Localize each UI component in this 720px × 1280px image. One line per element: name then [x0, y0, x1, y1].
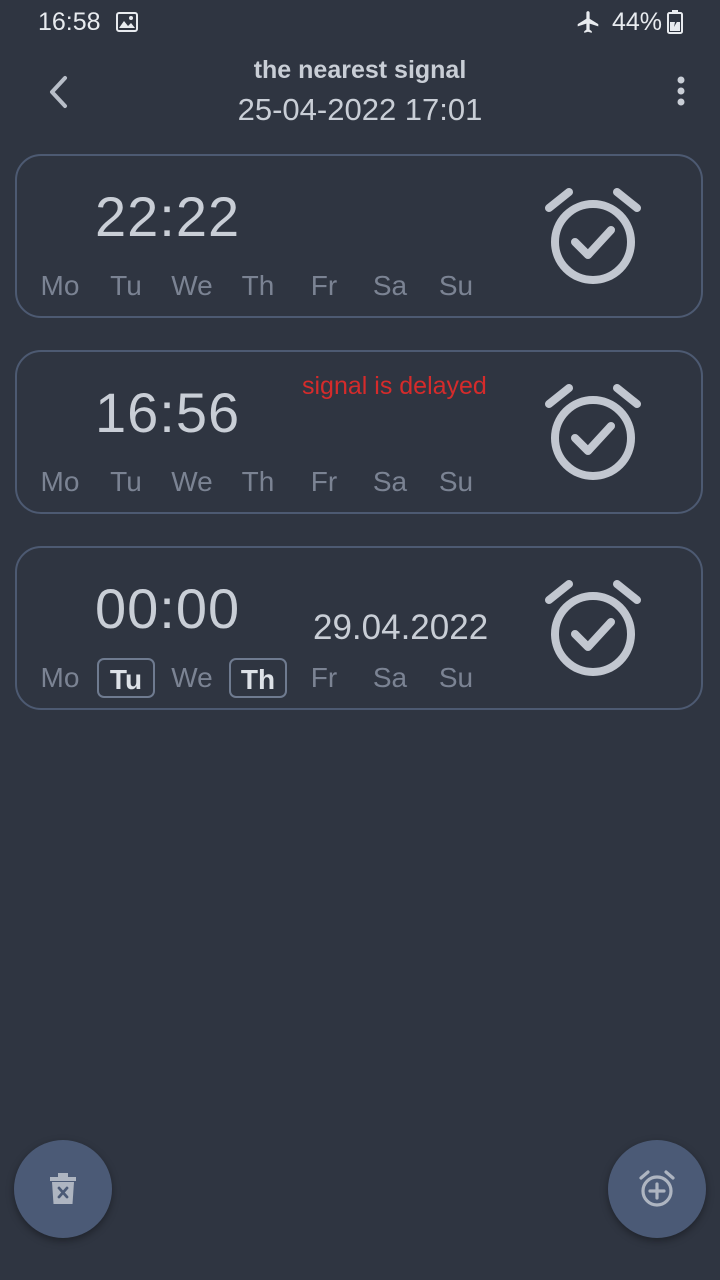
battery-percent: 44%	[612, 8, 663, 36]
day-wednesday[interactable]: We	[163, 462, 221, 502]
airplane-icon	[575, 9, 601, 35]
day-friday[interactable]: Fr	[295, 658, 353, 698]
alarm-time[interactable]: 00:00	[95, 576, 240, 641]
add-alarm-icon	[639, 1170, 675, 1207]
day-saturday[interactable]: Sa	[361, 658, 419, 698]
back-arrow-icon	[50, 76, 67, 108]
battery-icon	[667, 10, 683, 34]
page-title: the nearest signal	[253, 56, 467, 84]
day-saturday[interactable]: Sa	[361, 462, 419, 502]
alarm-date: 29.04.2022	[313, 608, 489, 647]
day-tuesday[interactable]: Tu	[97, 266, 155, 306]
day-saturday[interactable]: Sa	[361, 266, 419, 306]
weekday-selector: Mo Tu We Th Fr Sa Su	[31, 658, 491, 702]
alarm-time[interactable]: 16:56	[95, 380, 240, 445]
back-button[interactable]	[36, 68, 84, 116]
alarm-card[interactable]: 00:00 29.04.2022 Mo Tu We Th Fr Sa Su	[15, 546, 703, 710]
day-wednesday[interactable]: We	[163, 658, 221, 698]
alarm-card[interactable]: 16:56 signal is delayed Mo Tu We Th Fr S…	[15, 350, 703, 514]
more-vert-icon	[677, 76, 685, 106]
delete-alarms-button[interactable]	[14, 1140, 112, 1238]
alarm-time[interactable]: 22:22	[95, 184, 240, 249]
day-thursday[interactable]: Th	[229, 658, 287, 698]
delayed-warning: signal is delayed	[302, 372, 487, 400]
day-sunday[interactable]: Su	[427, 266, 485, 306]
day-friday[interactable]: Fr	[295, 462, 353, 502]
day-sunday[interactable]: Su	[427, 658, 485, 698]
day-friday[interactable]: Fr	[295, 266, 353, 306]
day-wednesday[interactable]: We	[163, 266, 221, 306]
status-time: 16:58	[38, 8, 101, 36]
add-alarm-button[interactable]	[608, 1140, 706, 1238]
weekday-selector: Mo Tu We Th Fr Sa Su	[31, 462, 491, 506]
day-monday[interactable]: Mo	[31, 462, 89, 502]
status-bar: 16:58 44%	[0, 0, 720, 46]
alarm-card[interactable]: 22:22 Mo Tu We Th Fr Sa Su	[15, 154, 703, 318]
alarm-on-icon[interactable]	[543, 384, 643, 484]
alarm-on-icon[interactable]	[543, 580, 643, 680]
day-monday[interactable]: Mo	[31, 266, 89, 306]
nearest-signal-datetime: 25-04-2022 17:01	[237, 92, 483, 127]
alarm-list-screen: 16:58 44% the nearest signal 25-04-2022 …	[0, 0, 720, 1280]
more-options-button[interactable]	[660, 70, 702, 112]
day-thursday[interactable]: Th	[229, 266, 287, 306]
day-tuesday[interactable]: Tu	[97, 658, 155, 698]
weekday-selector: Mo Tu We Th Fr Sa Su	[31, 266, 491, 310]
day-tuesday[interactable]: Tu	[97, 462, 155, 502]
gallery-icon	[116, 12, 138, 32]
trash-icon	[50, 1173, 76, 1204]
day-sunday[interactable]: Su	[427, 462, 485, 502]
alarm-on-icon[interactable]	[543, 188, 643, 288]
day-monday[interactable]: Mo	[31, 658, 89, 698]
day-thursday[interactable]: Th	[229, 462, 287, 502]
